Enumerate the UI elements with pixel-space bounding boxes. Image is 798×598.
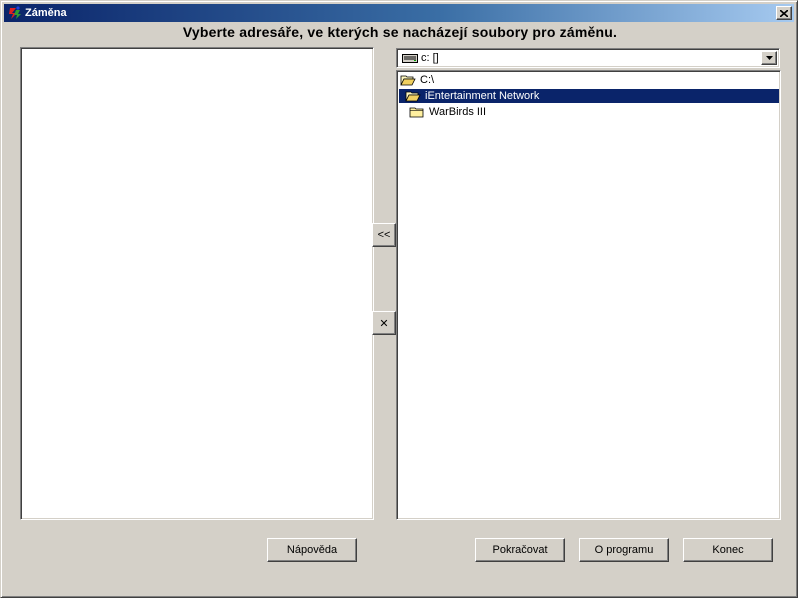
- tree-item-ientertainment-network[interactable]: iEntertainment Network: [399, 89, 779, 103]
- drive-dropdown-button[interactable]: [761, 51, 777, 65]
- main-window: Záměna Vyberte adresáře, ve kterých se n…: [0, 0, 798, 598]
- window-title: Záměna: [25, 7, 67, 19]
- exit-button[interactable]: Konec: [683, 538, 773, 562]
- hard-drive-icon: [402, 54, 418, 63]
- close-icon: [780, 9, 788, 17]
- close-button[interactable]: [776, 6, 792, 20]
- tree-item-label: iEntertainment Network: [425, 90, 540, 102]
- folder-closed-icon: [409, 107, 424, 118]
- tree-item-root[interactable]: C:\: [399, 73, 459, 87]
- tree-item-warbirds-iii[interactable]: WarBirds III: [399, 105, 519, 119]
- drive-value: c: []: [421, 52, 439, 64]
- selected-folders-list[interactable]: [20, 47, 374, 520]
- drive-dropdown[interactable]: c: []: [396, 48, 780, 68]
- add-folder-label: <<: [377, 229, 391, 241]
- about-button[interactable]: O programu: [579, 538, 669, 562]
- title-bar[interactable]: Záměna: [4, 4, 794, 22]
- add-folder-button[interactable]: <<: [372, 223, 396, 247]
- tree-item-label: WarBirds III: [429, 106, 487, 118]
- instruction-heading: Vyberte adresáře, ve kterých se nacházej…: [182, 24, 618, 40]
- chevron-down-icon: [765, 56, 773, 60]
- help-button[interactable]: Nápověda: [267, 538, 357, 562]
- remove-folder-button[interactable]: ✕: [372, 311, 396, 335]
- tree-item-label: C:\: [420, 74, 435, 86]
- app-icon: [9, 6, 21, 19]
- close-icon: ✕: [379, 317, 389, 330]
- folder-tree[interactable]: C:\ iEntertainment Network WarBirds III: [396, 70, 781, 520]
- continue-button[interactable]: Pokračovat: [475, 538, 565, 562]
- folder-open-icon: [405, 91, 421, 102]
- folder-open-icon: [400, 75, 416, 86]
